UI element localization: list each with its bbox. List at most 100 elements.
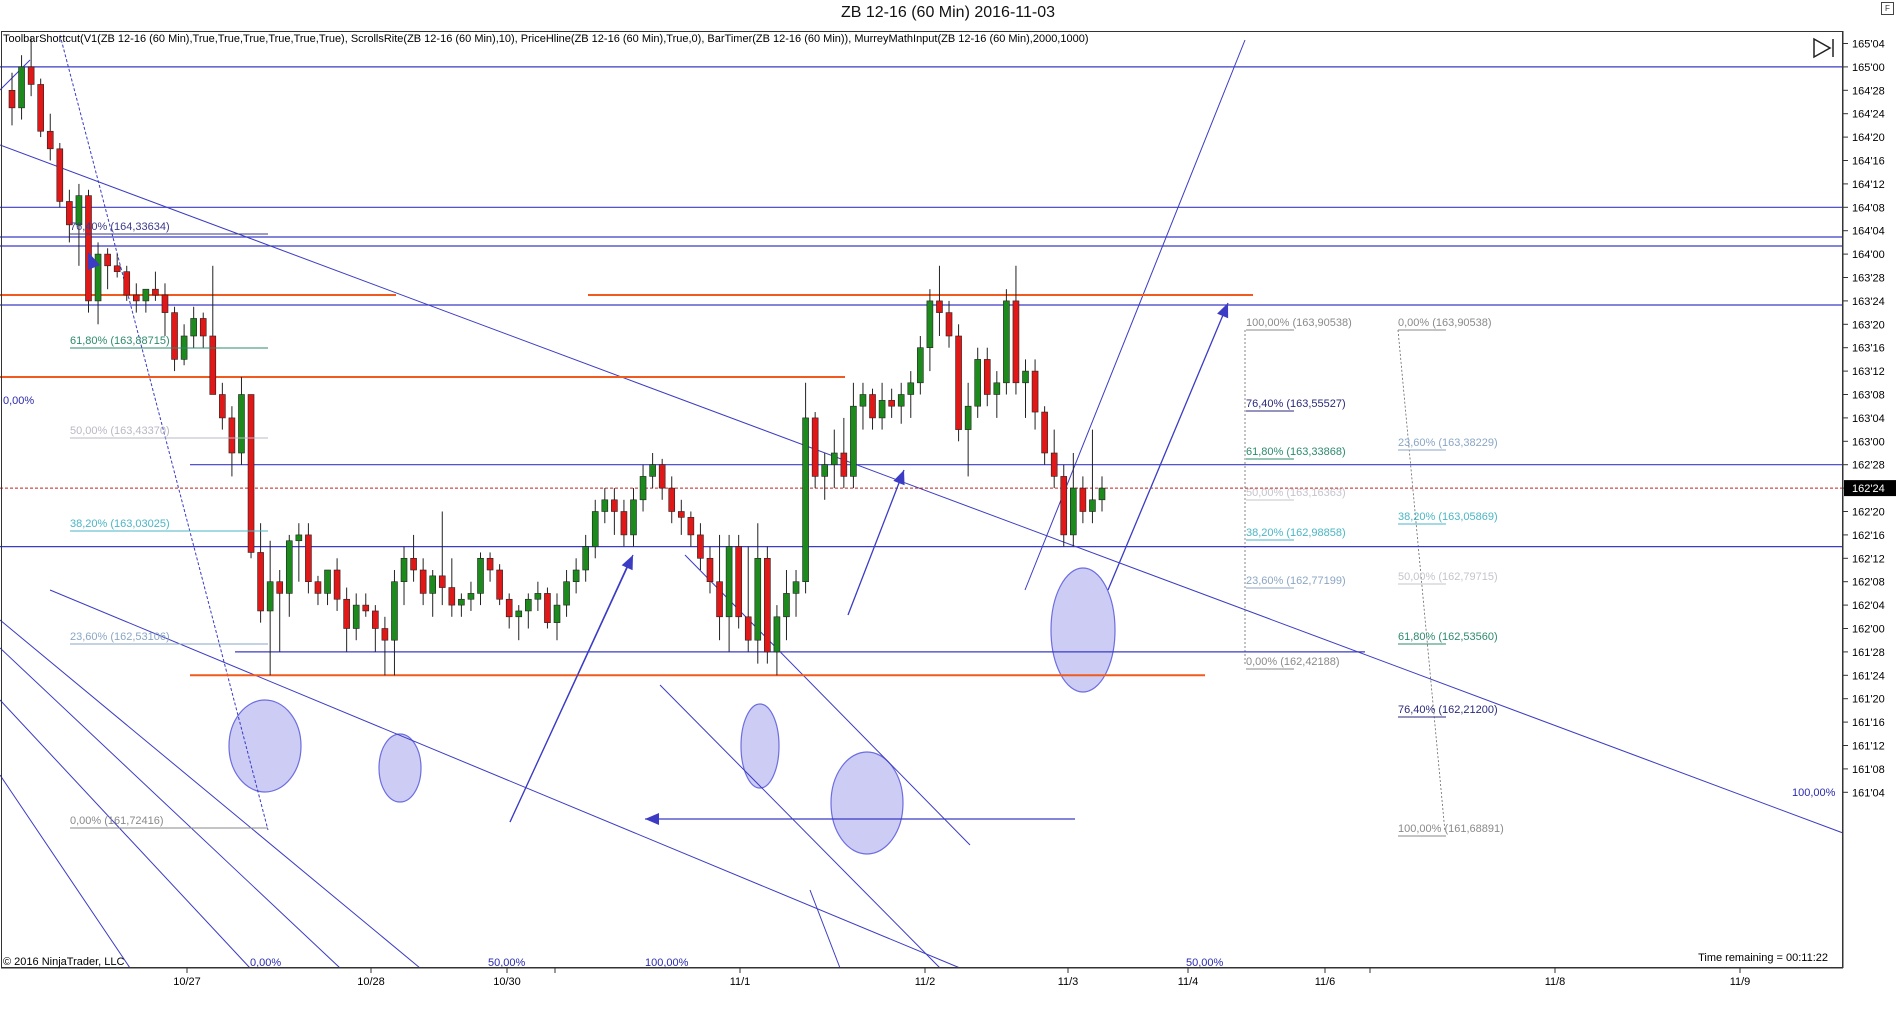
candle-up: [563, 581, 570, 606]
candle-down: [706, 557, 714, 582]
candle-down: [438, 575, 446, 588]
candle-up: [639, 476, 647, 501]
candle-down: [1031, 370, 1039, 413]
candle-down: [343, 598, 350, 629]
candle-down: [496, 569, 503, 600]
candle-down: [305, 534, 312, 583]
candle-down: [888, 400, 895, 407]
candle-down: [668, 487, 676, 512]
candle-up: [821, 464, 829, 477]
trend-line: [0, 59, 31, 91]
candle-up: [400, 557, 408, 582]
candle-up: [515, 610, 523, 618]
candle-down: [840, 452, 848, 477]
candle-down: [410, 557, 417, 571]
candle-down: [161, 294, 169, 313]
candle-up: [792, 581, 800, 594]
scroll-to-end-icon[interactable]: [1812, 37, 1836, 59]
candle-down: [362, 604, 370, 612]
candle-up: [553, 604, 561, 623]
candle-down: [744, 616, 752, 641]
candle-up: [572, 569, 580, 582]
candle-up: [897, 394, 905, 407]
candle-down: [869, 394, 876, 419]
candle-down: [687, 517, 695, 536]
candle-up: [190, 318, 197, 337]
fib-level-label: 0,00% (161,72416): [70, 815, 164, 827]
channel-label: 100,00%: [645, 957, 689, 969]
price-tick-label: 163'16: [1852, 343, 1885, 355]
candle-down: [209, 335, 217, 395]
highlight-ellipse: [378, 733, 422, 803]
candle-down: [486, 557, 494, 571]
candle-down: [381, 628, 389, 641]
fib-level-label: 0,00% (162,42188): [1246, 656, 1340, 668]
candle-down: [505, 598, 513, 618]
fib-level-label: 76,40% (163,55527): [1246, 398, 1346, 410]
price-tick-label: 164'08: [1852, 202, 1885, 214]
candle-down: [113, 265, 121, 272]
candle-up: [926, 300, 934, 348]
price-tick-label: 162'12: [1852, 553, 1885, 565]
price-tick-label: 161'12: [1852, 741, 1885, 753]
candlesticks: [8, 37, 1106, 676]
candle-down: [333, 569, 341, 600]
candle-up: [525, 598, 532, 612]
price-tick-label: 163'28: [1852, 273, 1885, 285]
candle-down: [219, 394, 226, 419]
price-tick-label: 161'04: [1852, 787, 1885, 799]
fib-level-label: 38,20% (163,05869): [1398, 511, 1498, 523]
candle-down: [276, 581, 284, 594]
highlight-ellipse: [830, 751, 904, 855]
price-tick-label: 163'00: [1852, 436, 1885, 448]
price-tick-label: 161'08: [1852, 764, 1885, 776]
candle-down: [152, 288, 159, 296]
trend-line: [0, 774, 131, 969]
candle-down: [56, 148, 64, 202]
fibonacci-labels: 76,40% (164,33634) 61,80% (163,88715) 50,0…: [3, 221, 1836, 969]
candle-up: [391, 581, 398, 641]
candle-up: [238, 394, 245, 454]
candle-up: [1003, 300, 1010, 384]
candle-up: [783, 593, 790, 618]
candle-up: [601, 499, 609, 512]
candle-up: [850, 405, 857, 477]
fib-level-label: 61,80% (162,53560): [1398, 631, 1498, 643]
candle-up: [295, 534, 303, 542]
trend-line: [0, 619, 421, 969]
candle-down: [448, 587, 456, 606]
price-tick-label: 164'04: [1852, 226, 1885, 238]
channel-label: 50,00%: [1186, 957, 1224, 969]
fib-level-label: 38,20% (163,03025): [70, 518, 170, 530]
trend-line: [0, 699, 251, 969]
candle-down: [811, 417, 819, 477]
price-chart[interactable]: 76,40% (164,33634) 61,80% (163,88715) 50,0…: [0, 0, 1896, 1014]
price-tick-label: 163'04: [1852, 413, 1885, 425]
time-tick-label: 10/30: [493, 976, 521, 988]
candle-up: [352, 604, 360, 629]
fib-level-label: 76,40% (162,21200): [1398, 704, 1498, 716]
candle-down: [104, 253, 111, 267]
candle-up: [878, 400, 886, 419]
candle-down: [419, 569, 427, 594]
trend-line: [1024, 39, 1246, 591]
fib-level-label: 100,00% (161,68891): [1398, 823, 1504, 835]
price-tick-label: 164'16: [1852, 156, 1885, 168]
candle-down: [697, 534, 704, 559]
candle-down: [716, 581, 723, 618]
price-tick-label: 163'20: [1852, 319, 1885, 331]
candle-up: [582, 546, 589, 571]
indicator-legend: ToolbarShortcut(V1(ZB 12-16 (60 Min),Tru…: [3, 33, 1089, 45]
candle-down: [1060, 476, 1068, 536]
price-tick-label: 162'20: [1852, 507, 1885, 519]
price-axis: 165'04 165'00 164'28 164'24 164'20 164'16 164'…: [1842, 31, 1896, 968]
candle-up: [830, 452, 838, 465]
candle-up: [649, 464, 656, 477]
fib-level-label: 61,80% (163,33868): [1246, 446, 1346, 458]
channel-label: 0,00%: [250, 957, 281, 969]
candle-down: [658, 464, 666, 489]
time-axis: 10/27 10/28 10/30 11/1 11/2 11/3 11/4 11/6 11/8 1…: [1, 967, 1843, 988]
time-tick-label: 11/9: [1730, 976, 1751, 988]
candle-up: [142, 288, 150, 302]
candle-up: [964, 405, 972, 430]
